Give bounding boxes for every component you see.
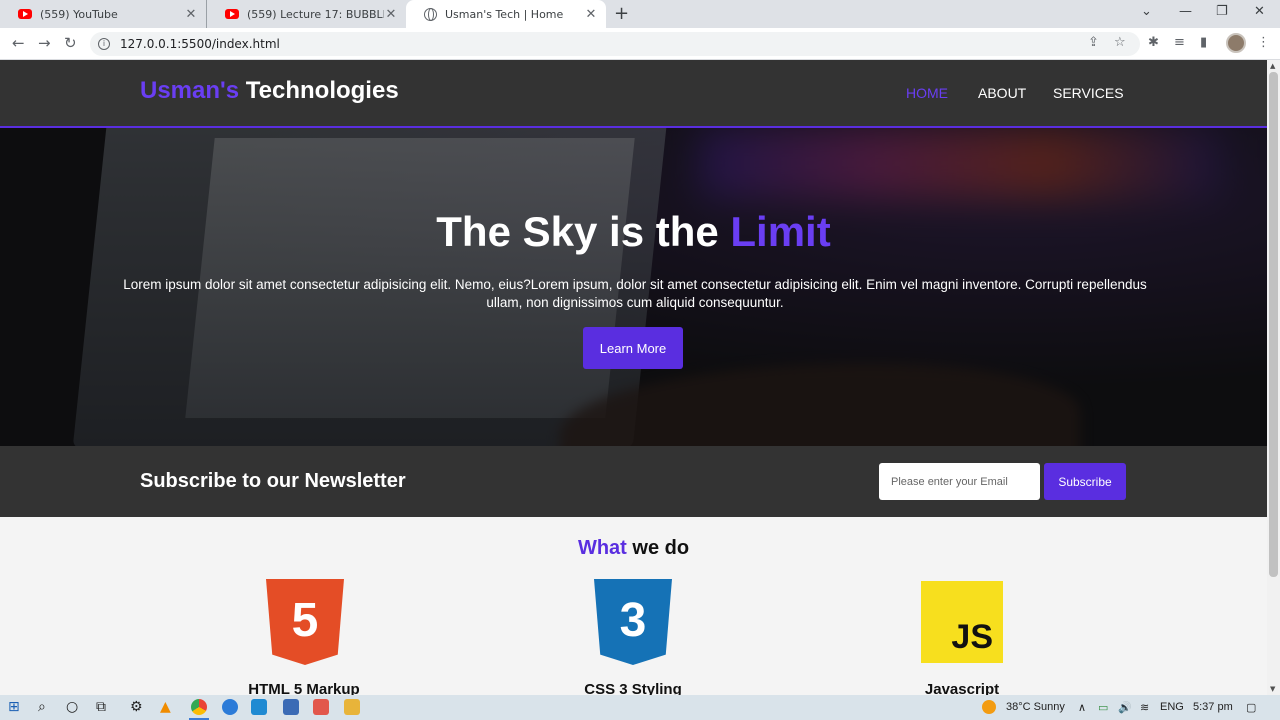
reload-icon[interactable]: ↻ bbox=[64, 34, 77, 52]
maximize-icon[interactable]: ❐ bbox=[1216, 4, 1228, 19]
close-window-icon[interactable]: ✕ bbox=[1254, 4, 1265, 19]
close-tab-icon[interactable]: ✕ bbox=[584, 7, 598, 22]
task-view-icon[interactable]: ⧉ bbox=[96, 699, 106, 715]
reading-list-icon[interactable]: ≡ bbox=[1174, 35, 1185, 50]
profile-avatar[interactable] bbox=[1226, 33, 1246, 53]
settings-gear-icon[interactable]: ⚙ bbox=[130, 699, 143, 715]
nav-home-link[interactable]: HOME bbox=[906, 85, 948, 101]
javascript-icon: JS bbox=[921, 581, 1003, 663]
close-tab-icon[interactable]: ✕ bbox=[384, 7, 398, 22]
learn-more-button[interactable]: Learn More bbox=[583, 327, 683, 369]
youtube-icon bbox=[225, 9, 239, 19]
hero-description: Lorem ipsum dolor sit amet consectetur a… bbox=[123, 277, 1147, 310]
site-info-icon[interactable]: i bbox=[98, 38, 110, 50]
scroll-up-arrow-icon[interactable]: ▲ bbox=[1270, 62, 1275, 70]
share-icon[interactable]: ⇪ bbox=[1088, 35, 1099, 50]
hero-title-main: The Sky is the bbox=[436, 208, 731, 255]
url-text[interactable]: 127.0.0.1:5500/index.html bbox=[120, 37, 280, 51]
chrome-icon[interactable] bbox=[191, 699, 207, 715]
hero-title: The Sky is the Limit bbox=[0, 208, 1267, 256]
vscode-icon[interactable] bbox=[251, 699, 267, 715]
site-logo[interactable]: Usman's Technologies bbox=[140, 77, 399, 105]
windows-taskbar: ⊞ ⌕ ○ ⧉ ⚙ ▲ 38°C Sunny ∧ ▭ 🔊 ≋ ENG 5:37 … bbox=[0, 695, 1280, 720]
youtube-icon bbox=[18, 9, 32, 19]
edge-icon[interactable] bbox=[222, 699, 238, 715]
globe-icon bbox=[424, 7, 437, 21]
wifi-icon[interactable]: ≋ bbox=[1140, 701, 1149, 714]
service-label: HTML 5 Markup bbox=[248, 681, 360, 695]
close-tab-icon[interactable]: ✕ bbox=[184, 7, 198, 22]
newsletter-section: Subscribe to our Newsletter Subscribe bbox=[0, 446, 1267, 517]
address-bar[interactable]: i 127.0.0.1:5500/index.html bbox=[90, 32, 1140, 56]
browser-tab-youtube[interactable]: (559) YouTube ✕ bbox=[0, 0, 206, 28]
service-label: Javascript bbox=[924, 681, 1000, 695]
browser-tab-lecture[interactable]: (559) Lecture 17: BUBBLE SORT in ✕ bbox=[206, 0, 406, 28]
forward-icon[interactable]: → bbox=[38, 34, 51, 52]
html5-icon: 5 bbox=[266, 579, 344, 665]
weather-text[interactable]: 38°C Sunny bbox=[1006, 701, 1065, 713]
battery-icon[interactable]: ▭ bbox=[1098, 701, 1108, 714]
search-icon[interactable]: ⌕ bbox=[38, 699, 46, 715]
email-input[interactable] bbox=[879, 463, 1040, 500]
scroll-down-arrow-icon[interactable]: ▼ bbox=[1270, 685, 1275, 693]
volume-icon[interactable]: 🔊 bbox=[1118, 701, 1132, 714]
photos-icon[interactable] bbox=[283, 699, 299, 715]
tab-title: Usman's Tech | Home bbox=[445, 7, 564, 21]
scrollbar-thumb[interactable] bbox=[1269, 72, 1278, 577]
what-we-do-title-rest: we do bbox=[626, 537, 690, 559]
bookmark-star-icon[interactable]: ☆ bbox=[1114, 35, 1126, 50]
nav-services-link[interactable]: SERVICES bbox=[1053, 85, 1124, 101]
clock-time[interactable]: 5:37 pm bbox=[1193, 701, 1233, 713]
back-icon[interactable]: ← bbox=[12, 34, 25, 52]
what-we-do-section: What we do 5 HTML 5 Markup 3 CSS 3 Styli… bbox=[0, 517, 1267, 695]
pdf-icon[interactable] bbox=[313, 699, 329, 715]
what-we-do-title: What we do bbox=[0, 537, 1267, 560]
tray-chevron-icon[interactable]: ∧ bbox=[1078, 701, 1086, 714]
language-indicator[interactable]: ENG bbox=[1160, 701, 1184, 713]
new-tab-button[interactable]: + bbox=[614, 3, 629, 24]
tab-search-chevron-icon[interactable]: ⌄ bbox=[1141, 4, 1152, 19]
service-label: CSS 3 Styling bbox=[584, 681, 682, 695]
browser-tab-strip: (559) YouTube ✕ (559) Lecture 17: BUBBLE… bbox=[0, 0, 1280, 28]
vlc-icon[interactable]: ▲ bbox=[160, 699, 171, 715]
browser-toolbar: ← → ↻ i 127.0.0.1:5500/index.html ⇪ ☆ ✱ … bbox=[0, 28, 1280, 60]
hero-title-accent: Limit bbox=[730, 208, 831, 255]
weather-sun-icon[interactable] bbox=[982, 700, 996, 714]
minimize-icon[interactable]: — bbox=[1179, 4, 1192, 19]
file-explorer-icon[interactable] bbox=[344, 699, 360, 715]
menu-kebab-icon[interactable]: ⋮ bbox=[1257, 35, 1270, 50]
tab-title: (559) Lecture 17: BUBBLE SORT in bbox=[247, 7, 384, 21]
nav-about-link[interactable]: ABOUT bbox=[978, 85, 1026, 101]
what-we-do-title-accent: What bbox=[577, 537, 627, 559]
tab-title: (559) YouTube bbox=[40, 7, 118, 21]
hero-section: The Sky is the Limit Lorem ipsum dolor s… bbox=[0, 128, 1267, 446]
browser-tab-usmans-tech[interactable]: Usman's Tech | Home ✕ bbox=[406, 0, 606, 28]
page-scrollbar[interactable]: ▲ ▼ bbox=[1267, 60, 1280, 695]
notifications-icon[interactable]: ▢ bbox=[1246, 701, 1256, 714]
subscribe-button[interactable]: Subscribe bbox=[1044, 463, 1126, 500]
cortana-icon[interactable]: ○ bbox=[66, 699, 78, 715]
web-page: Usman's Technologies HOME ABOUT SERVICES… bbox=[0, 60, 1267, 695]
site-header: Usman's Technologies HOME ABOUT SERVICES bbox=[0, 60, 1267, 128]
extensions-icon[interactable]: ✱ bbox=[1148, 35, 1159, 50]
logo-accent-text: Usman's bbox=[140, 77, 240, 104]
logo-text: Technologies bbox=[239, 77, 399, 104]
newsletter-title: Subscribe to our Newsletter bbox=[140, 470, 406, 492]
windows-start-icon[interactable]: ⊞ bbox=[8, 699, 20, 715]
css3-icon: 3 bbox=[594, 579, 672, 665]
side-panel-icon[interactable]: ▮ bbox=[1200, 35, 1207, 50]
